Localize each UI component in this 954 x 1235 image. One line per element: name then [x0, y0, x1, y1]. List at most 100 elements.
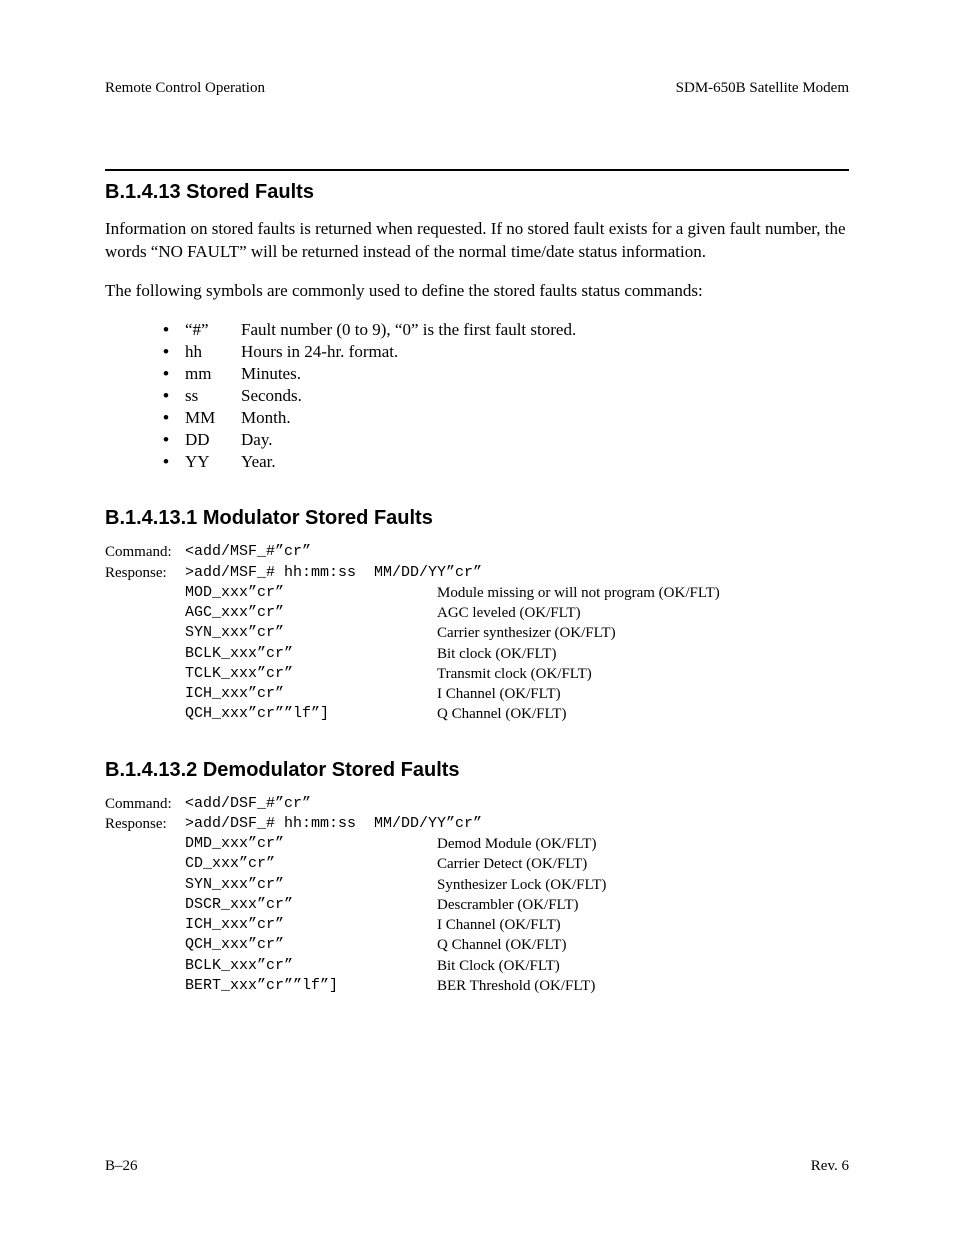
bullet-icon: • — [163, 429, 185, 451]
list-item: •MMMonth. — [163, 407, 849, 429]
spacer — [105, 915, 185, 935]
subsection-heading: B.1.4.13.1 Modulator Stored Faults — [105, 507, 849, 530]
response-code: BCLK_xxx”cr” — [185, 956, 437, 976]
spacer — [105, 664, 185, 684]
response-code: TCLK_xxx”cr” — [185, 664, 437, 684]
horizontal-rule — [105, 169, 849, 171]
response-description: Synthesizer Lock (OK/FLT) — [437, 875, 606, 895]
response-description: Q Channel (OK/FLT) — [437, 704, 566, 724]
response-row: SYN_xxx”cr”Carrier synthesizer (OK/FLT) — [105, 623, 849, 643]
list-item: •“#”Fault number (0 to 9), “0” is the fi… — [163, 319, 849, 341]
command-block: Command: <add/DSF_#”cr” Response: >add/D… — [105, 794, 849, 997]
symbol-term: hh — [185, 341, 241, 363]
spacer — [105, 684, 185, 704]
response-code: DMD_xxx”cr” — [185, 834, 437, 854]
spacer — [105, 583, 185, 603]
response-code: CD_xxx”cr” — [185, 854, 437, 874]
page-header: Remote Control Operation SDM-650B Satell… — [105, 80, 849, 97]
symbol-description: Year. — [241, 451, 276, 473]
response-description: AGC leveled (OK/FLT) — [437, 603, 581, 623]
response-code: QCH_xxx”cr””lf”] — [185, 704, 437, 724]
response-code: BERT_xxx”cr””lf”] — [185, 976, 437, 996]
spacer — [105, 623, 185, 643]
spacer — [105, 875, 185, 895]
command-label: Command: — [105, 542, 185, 562]
response-code: SYN_xxx”cr” — [185, 623, 437, 643]
response-code: >add/MSF_# hh:mm:ss MM/DD/YY”cr” — [185, 563, 482, 583]
response-code: DSCR_xxx”cr” — [185, 895, 437, 915]
response-code: MOD_xxx”cr” — [185, 583, 437, 603]
response-description: Module missing or will not program (OK/F… — [437, 583, 720, 603]
symbol-term: mm — [185, 363, 241, 385]
response-row: AGC_xxx”cr”AGC leveled (OK/FLT) — [105, 603, 849, 623]
symbol-term: “#” — [185, 319, 241, 341]
list-item: •YYYear. — [163, 451, 849, 473]
response-row: ICH_xxx”cr”I Channel (OK/FLT) — [105, 684, 849, 704]
response-description: Bit Clock (OK/FLT) — [437, 956, 560, 976]
paragraph: The following symbols are commonly used … — [105, 280, 849, 303]
spacer — [105, 976, 185, 996]
symbol-term: DD — [185, 429, 241, 451]
footer-right: Rev. 6 — [811, 1158, 849, 1175]
response-code: BCLK_xxx”cr” — [185, 644, 437, 664]
list-item: •ssSeconds. — [163, 385, 849, 407]
response-code: QCH_xxx”cr” — [185, 935, 437, 955]
response-label: Response: — [105, 814, 185, 834]
list-item: •hhHours in 24-hr. format. — [163, 341, 849, 363]
command-label: Command: — [105, 794, 185, 814]
symbol-term: YY — [185, 451, 241, 473]
symbol-description: Minutes. — [241, 363, 301, 385]
subsection-heading: B.1.4.13.2 Demodulator Stored Faults — [105, 759, 849, 782]
response-row: SYN_xxx”cr”Synthesizer Lock (OK/FLT) — [105, 875, 849, 895]
bullet-icon: • — [163, 341, 185, 363]
page: Remote Control Operation SDM-650B Satell… — [0, 0, 954, 1235]
response-description: I Channel (OK/FLT) — [437, 915, 561, 935]
response-description: Carrier Detect (OK/FLT) — [437, 854, 587, 874]
response-row: QCH_xxx”cr”Q Channel (OK/FLT) — [105, 935, 849, 955]
command-code: <add/MSF_#”cr” — [185, 542, 311, 562]
response-code: ICH_xxx”cr” — [185, 915, 437, 935]
spacer — [105, 603, 185, 623]
response-row: DMD_xxx”cr”Demod Module (OK/FLT) — [105, 834, 849, 854]
response-row: TCLK_xxx”cr”Transmit clock (OK/FLT) — [105, 664, 849, 684]
header-left: Remote Control Operation — [105, 80, 265, 97]
response-description: BER Threshold (OK/FLT) — [437, 976, 595, 996]
response-row: BERT_xxx”cr””lf”]BER Threshold (OK/FLT) — [105, 976, 849, 996]
footer-left: B–26 — [105, 1158, 138, 1175]
symbol-list: •“#”Fault number (0 to 9), “0” is the fi… — [163, 319, 849, 474]
response-code: SYN_xxx”cr” — [185, 875, 437, 895]
header-right: SDM-650B Satellite Modem — [676, 80, 849, 97]
spacer — [105, 704, 185, 724]
response-code: ICH_xxx”cr” — [185, 684, 437, 704]
spacer — [105, 956, 185, 976]
response-description: Descrambler (OK/FLT) — [437, 895, 579, 915]
list-item: •DDDay. — [163, 429, 849, 451]
symbol-description: Month. — [241, 407, 291, 429]
symbol-description: Day. — [241, 429, 272, 451]
response-description: Q Channel (OK/FLT) — [437, 935, 566, 955]
symbol-description: Fault number (0 to 9), “0” is the first … — [241, 319, 576, 341]
bullet-icon: • — [163, 319, 185, 341]
response-row: ICH_xxx”cr”I Channel (OK/FLT) — [105, 915, 849, 935]
spacer — [105, 644, 185, 664]
response-row: DSCR_xxx”cr”Descrambler (OK/FLT) — [105, 895, 849, 915]
response-row: BCLK_xxx”cr”Bit Clock (OK/FLT) — [105, 956, 849, 976]
response-row: BCLK_xxx”cr”Bit clock (OK/FLT) — [105, 644, 849, 664]
response-description: I Channel (OK/FLT) — [437, 684, 561, 704]
list-item: •mmMinutes. — [163, 363, 849, 385]
page-footer: B–26 Rev. 6 — [105, 1158, 849, 1175]
section-heading: B.1.4.13 Stored Faults — [105, 181, 849, 204]
response-description: Demod Module (OK/FLT) — [437, 834, 596, 854]
spacer — [105, 895, 185, 915]
symbol-description: Hours in 24-hr. format. — [241, 341, 398, 363]
spacer — [105, 935, 185, 955]
symbol-description: Seconds. — [241, 385, 302, 407]
spacer — [105, 854, 185, 874]
response-code: AGC_xxx”cr” — [185, 603, 437, 623]
response-label: Response: — [105, 563, 185, 583]
spacer — [105, 834, 185, 854]
response-row: CD_xxx”cr”Carrier Detect (OK/FLT) — [105, 854, 849, 874]
bullet-icon: • — [163, 385, 185, 407]
bullet-icon: • — [163, 407, 185, 429]
paragraph: Information on stored faults is returned… — [105, 218, 849, 264]
